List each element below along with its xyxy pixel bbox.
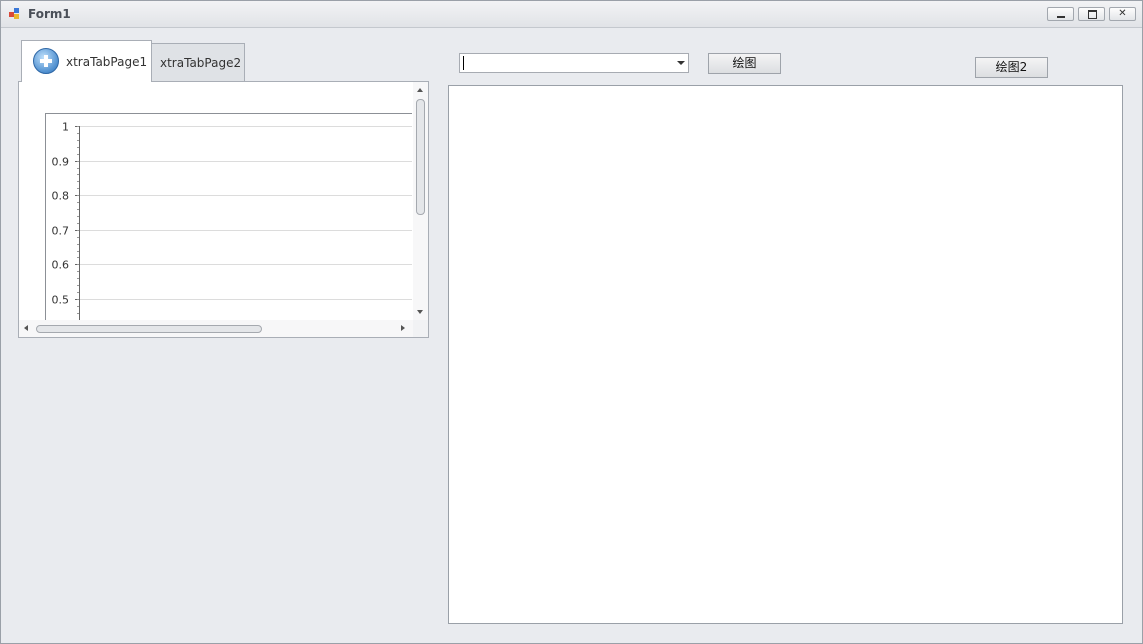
chevron-down-icon[interactable] bbox=[677, 61, 685, 65]
y-tick-label: 0.6 bbox=[52, 259, 70, 272]
main-window: Form1 ✕ xtraTabPage1 xtraTabPage2 1 0.9 0.… bbox=[0, 0, 1143, 644]
maximize-icon bbox=[1088, 10, 1097, 19]
scroll-corner bbox=[413, 320, 428, 337]
drawing-canvas[interactable] bbox=[448, 85, 1123, 624]
scroll-down-icon[interactable] bbox=[417, 310, 423, 314]
draw2-button[interactable]: 绘图2 bbox=[975, 57, 1048, 78]
app-icon bbox=[9, 8, 21, 20]
horizontal-scrollbar[interactable] bbox=[19, 320, 413, 337]
y-tick-label: 0.9 bbox=[52, 156, 70, 169]
scroll-right-icon[interactable] bbox=[401, 325, 405, 331]
chart-svg: 1 0.9 0.8 0.7 0.6 0.5 bbox=[52, 121, 412, 320]
close-icon: ✕ bbox=[1118, 8, 1127, 19]
vertical-scrollbar[interactable] bbox=[413, 82, 428, 320]
tab-label: xtraTabPage2 bbox=[160, 56, 242, 70]
horizontal-scroll-thumb[interactable] bbox=[36, 325, 262, 333]
y-tick-label: 0.8 bbox=[52, 190, 70, 203]
tab-xtratabpage1[interactable]: xtraTabPage1 bbox=[21, 40, 152, 82]
chart-type-combo[interactable] bbox=[459, 53, 689, 73]
vertical-scroll-thumb[interactable] bbox=[416, 99, 425, 215]
y-tick-label: 1 bbox=[62, 121, 69, 134]
maximize-button[interactable] bbox=[1078, 7, 1105, 21]
tab-label: xtraTabPage1 bbox=[66, 55, 148, 69]
draw-button[interactable]: 绘图 bbox=[708, 53, 781, 74]
y-tick-label: 0.7 bbox=[52, 225, 70, 238]
scroll-left-icon[interactable] bbox=[24, 325, 28, 331]
tab-xtratabpage2[interactable]: xtraTabPage2 bbox=[151, 43, 245, 81]
minimize-button[interactable] bbox=[1047, 7, 1074, 21]
text-caret bbox=[463, 56, 464, 70]
minimize-icon bbox=[1057, 16, 1065, 18]
chart-scroll-area: 1 0.9 0.8 0.7 0.6 0.5 bbox=[19, 82, 412, 320]
scroll-up-icon[interactable] bbox=[417, 88, 423, 92]
close-button[interactable]: ✕ bbox=[1109, 7, 1136, 21]
y-tick-label: 0.5 bbox=[52, 294, 70, 307]
tab-page-panel: 1 0.9 0.8 0.7 0.6 0.5 bbox=[18, 81, 429, 338]
add-circle-icon bbox=[33, 48, 59, 74]
title-bar[interactable]: Form1 ✕ bbox=[1, 1, 1142, 28]
window-title: Form1 bbox=[28, 7, 71, 21]
